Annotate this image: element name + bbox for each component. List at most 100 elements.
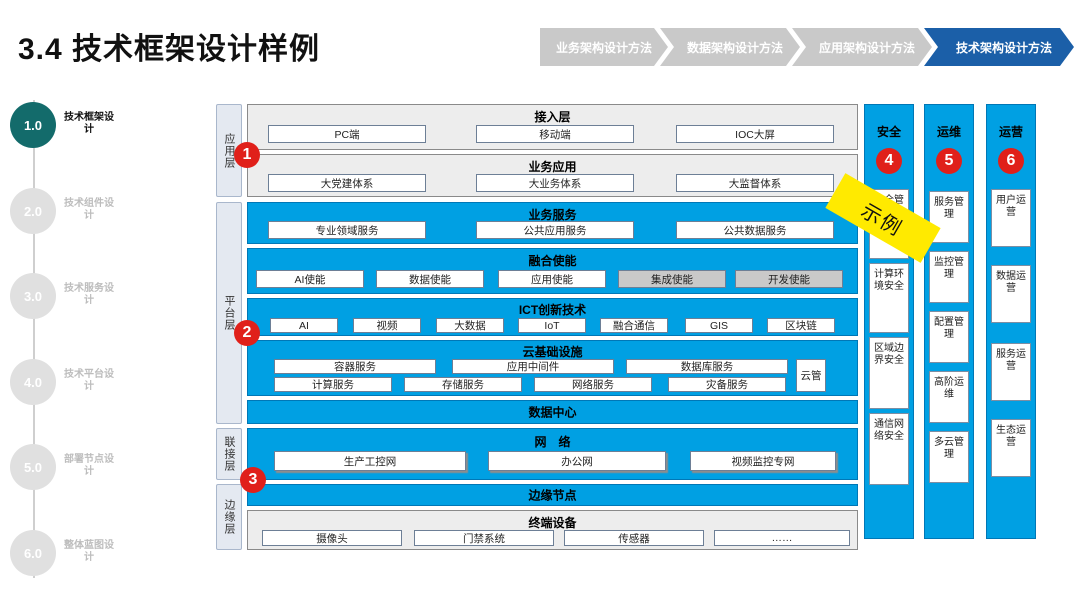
security-compute-env: 计算环境安全 [869,263,909,333]
side-nav-label: 技术框架设计 [64,112,114,135]
row-cloud-infrastructure: 云基础设施 容器服务 应用中间件 数据库服务 计算服务 存储服务 网络服务 灾备… [247,340,858,396]
service-public-app: 公共应用服务 [476,221,634,239]
ops-multi-cloud-management: 多云管理 [929,431,969,483]
side-nav-number: 3.0 [10,273,56,319]
biz-app-supervision: 大监督体系 [676,174,834,192]
ict-big-data: 大数据 [436,318,504,333]
cloud-container: 容器服务 [274,359,436,374]
fusion-development: 开发使能 [735,270,843,288]
side-nav-item-3[interactable]: 3.0 技术服务设计 [10,273,120,319]
operation-data: 数据运营 [991,265,1031,323]
fusion-data: 数据使能 [376,270,484,288]
side-nav-label: 技术服务设计 [64,283,114,306]
page-title: 3.4 技术框架设计样例 [18,33,321,66]
step-business-architecture[interactable]: 业务架构设计方法 [540,28,668,66]
side-nav-label: 技术组件设计 [64,198,114,221]
side-nav-label: 部署节点设计 [64,454,114,477]
terminal-access-control: 门禁系统 [414,530,554,546]
step-data-architecture[interactable]: 数据架构设计方法 [660,28,800,66]
row-ict-innovation: ICT创新技术 AI 视频 大数据 IoT 融合通信 GIS 区块链 [247,298,858,336]
column-title: 安全 [876,125,901,139]
row-title: 边缘节点 [528,488,577,503]
side-nav-number: 6.0 [10,530,56,576]
row-title: 融合使能 [528,254,577,268]
biz-app-business: 大业务体系 [476,174,634,192]
terminal-sensor: 传感器 [564,530,704,546]
row-title: 网 络 [534,435,571,449]
marker-2: 2 [234,320,260,346]
side-nav-label: 技术平台设计 [64,369,114,392]
ops-advanced-ops: 高阶运维 [929,371,969,423]
terminal-more: …… [714,530,850,546]
layer-label-edge: 边缘层 [216,484,242,550]
row-network: 网 络 生产工控网 办公网 视频监控专网 [247,428,858,480]
ops-config-management: 配置管理 [929,311,969,363]
marker-5: 5 [936,148,962,174]
network-office: 办公网 [488,451,666,471]
row-edge-node: 边缘节点 [247,484,858,506]
column-title: 运营 [998,125,1023,139]
side-nav-item-6[interactable]: 6.0 整体蓝图设计 [10,530,120,576]
service-public-data: 公共数据服务 [676,221,834,239]
fusion-ai: AI使能 [256,270,364,288]
marker-6: 6 [998,148,1024,174]
security-comm-network: 通信网络安全 [869,413,909,485]
service-domain: 专业领域服务 [268,221,426,239]
cloud-storage: 存储服务 [404,377,522,392]
row-title: ICT创新技术 [518,303,587,317]
layer-label-connection: 联接层 [216,428,242,480]
marker-4: 4 [876,148,902,174]
layer-label-platform: 平台层 [216,202,242,424]
cloud-network: 网络服务 [534,377,652,392]
ict-iot: IoT [518,318,586,333]
row-title: 数据中心 [528,405,577,420]
terminal-camera: 摄像头 [262,530,402,546]
fusion-integration: 集成使能 [618,270,726,288]
row-access-layer: 接入层 PC端 移动端 IOC大屏 [247,104,858,150]
row-business-service: 业务服务 专业领域服务 公共应用服务 公共数据服务 [247,202,858,244]
operation-user: 用户运营 [991,189,1031,247]
ict-blockchain: 区块链 [767,318,835,333]
row-title: 业务应用 [528,160,577,174]
row-title: 接入层 [534,110,571,124]
step-application-architecture[interactable]: 应用架构设计方法 [792,28,932,66]
row-business-application: 业务应用 大党建体系 大业务体系 大监督体系 [247,154,858,197]
row-fusion-enablement: 融合使能 AI使能 数据使能 应用使能 集成使能 开发使能 [247,248,858,294]
network-industrial: 生产工控网 [274,451,466,471]
operation-service: 服务运营 [991,343,1031,401]
cloud-middleware: 应用中间件 [452,359,614,374]
ict-ai: AI [270,318,338,333]
step-technical-architecture[interactable]: 技术架构设计方法 [924,28,1074,66]
network-video-surveillance: 视频监控专网 [690,451,836,471]
side-nav-line [33,100,35,578]
marker-3: 3 [240,467,266,493]
access-pc: PC端 [268,125,426,143]
access-ioc-screen: IOC大屏 [676,125,834,143]
ict-unified-comm: 融合通信 [600,318,668,333]
biz-app-party: 大党建体系 [268,174,426,192]
side-nav-number: 5.0 [10,444,56,490]
ops-monitoring-management: 监控管理 [929,251,969,303]
side-nav-item-4[interactable]: 4.0 技术平台设计 [10,359,120,405]
row-title: 云基础设施 [522,345,583,359]
access-mobile: 移动端 [476,125,634,143]
column-title: 运维 [936,125,961,139]
cloud-compute: 计算服务 [274,377,392,392]
side-nav-label: 整体蓝图设计 [64,540,114,563]
ict-video: 视频 [353,318,421,333]
row-data-center: 数据中心 [247,400,858,424]
operation-ecosystem: 生态运营 [991,419,1031,477]
fusion-app: 应用使能 [498,270,606,288]
marker-1: 1 [234,142,260,168]
side-nav-item-1[interactable]: 1.0 技术框架设计 [10,102,120,148]
side-nav-number: 1.0 [10,102,56,148]
side-nav-number: 2.0 [10,188,56,234]
cloud-database: 数据库服务 [626,359,788,374]
security-region-boundary: 区域边界安全 [869,337,909,409]
row-title: 终端设备 [528,516,577,530]
row-terminal-devices: 终端设备 摄像头 门禁系统 传感器 …… [247,510,858,550]
side-nav-item-2[interactable]: 2.0 技术组件设计 [10,188,120,234]
side-nav-item-5[interactable]: 5.0 部署节点设计 [10,444,120,490]
cloud-management: 云管 [796,359,826,392]
side-nav-number: 4.0 [10,359,56,405]
